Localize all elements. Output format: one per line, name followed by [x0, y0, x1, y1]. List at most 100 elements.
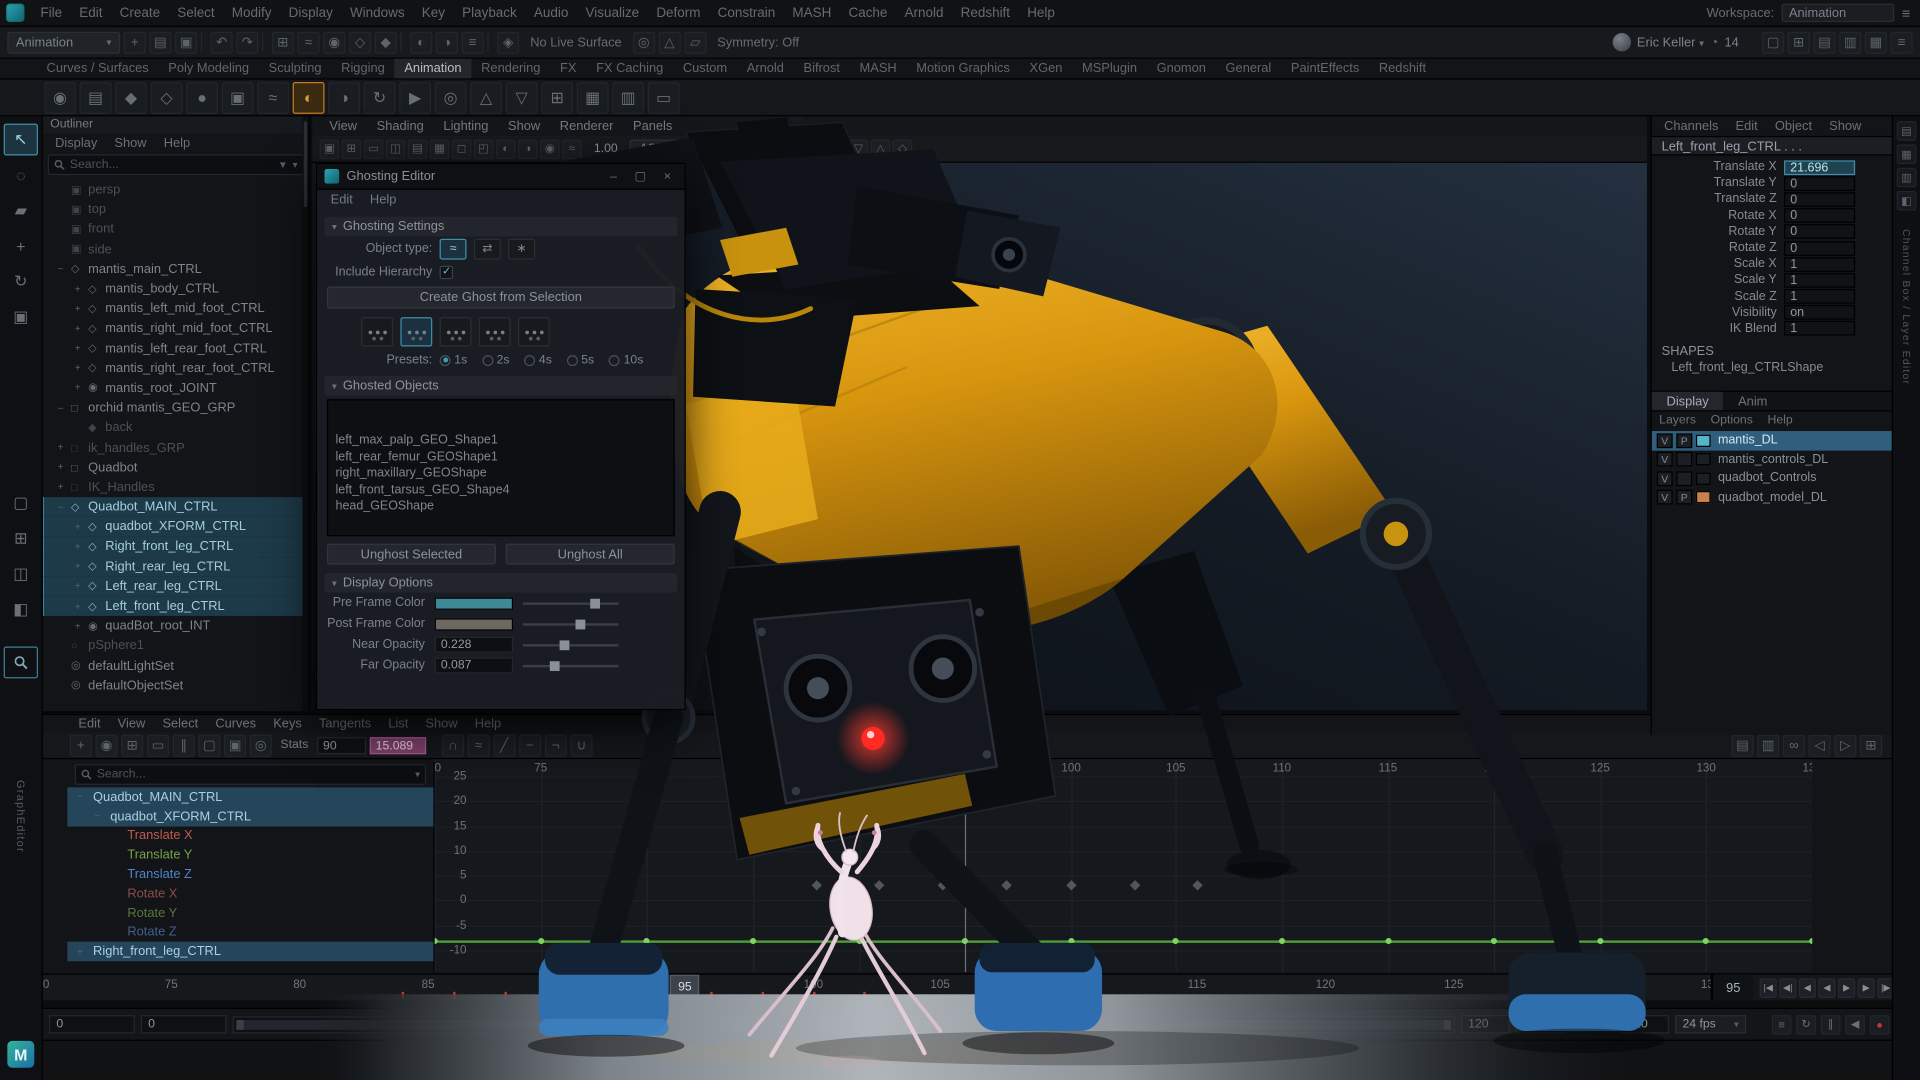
channel-box-menu-item[interactable]: Show — [1822, 119, 1869, 134]
separator[interactable] — [201, 31, 207, 51]
outliner-item[interactable]: ◆ back — [43, 418, 309, 438]
expand-toggle[interactable]: + — [72, 383, 83, 394]
reflection-icon[interactable]: △ — [658, 31, 680, 53]
layer-row[interactable]: V mantis_controls_DL — [1652, 450, 1892, 469]
spline-tangent-icon[interactable]: ≈ — [468, 734, 490, 756]
shelf-tab[interactable]: Custom — [673, 59, 737, 79]
ghost-range-preset-icon[interactable] — [440, 317, 472, 346]
make-live-icon[interactable]: ◆ — [375, 31, 397, 53]
shelf-tab[interactable]: FX — [550, 59, 586, 79]
outliner-item[interactable]: ○ pSphere1 — [43, 636, 309, 656]
menu-item[interactable]: Playback — [454, 0, 526, 26]
channel-label[interactable]: Rotate X — [1652, 209, 1784, 222]
menu-item[interactable]: Windows — [341, 0, 413, 26]
channel-box-menu-item[interactable]: Object — [1768, 119, 1820, 134]
separator[interactable] — [262, 31, 268, 51]
lasso-tool[interactable]: ◌ — [4, 159, 38, 191]
ghosted-object-item[interactable]: head_GEOShape — [328, 498, 673, 515]
outliner-menu-item[interactable]: Help — [156, 135, 197, 150]
separator[interactable] — [487, 31, 493, 51]
menu-item[interactable]: Help — [1019, 0, 1064, 26]
keyframe-dot[interactable] — [538, 938, 544, 944]
constraint-icon[interactable]: ▽ — [506, 81, 538, 113]
shelf-tab[interactable]: FX Caching — [586, 59, 673, 79]
retime-icon[interactable]: ∥ — [173, 734, 195, 756]
layer-editor-menu-item[interactable]: Help — [1760, 413, 1800, 426]
menu-item[interactable]: Visualize — [577, 0, 648, 26]
scale-tool[interactable]: ▣ — [4, 301, 38, 333]
menu-item[interactable]: File — [32, 0, 71, 26]
channel-value-field[interactable]: 0 — [1784, 225, 1855, 240]
layer-visibility-toggle[interactable]: V — [1657, 490, 1673, 505]
filter-icon[interactable]: ▼ — [278, 159, 288, 170]
expand-toggle[interactable]: − — [94, 811, 105, 822]
graph-tree-row[interactable]: Rotate X — [67, 884, 433, 903]
range-start-handle[interactable] — [236, 1019, 243, 1029]
pre-infinity-icon[interactable]: ◁ — [1809, 734, 1831, 756]
ghosted-objects-section[interactable]: Ghosted Objects — [324, 376, 677, 396]
outliner-scrollbar[interactable] — [302, 116, 308, 711]
keyframe-dot[interactable] — [1279, 938, 1285, 944]
outliner-item[interactable]: ▣ side — [43, 239, 309, 259]
menu-item[interactable]: Cache — [840, 0, 896, 26]
xray-icon[interactable]: ▽ — [849, 139, 869, 159]
graph-editor-menu-item[interactable]: Tangents — [310, 716, 379, 731]
redo-icon[interactable]: ↷ — [236, 31, 258, 53]
layer-editor-tab[interactable]: Display — [1652, 392, 1724, 410]
render-settings-icon[interactable]: ≡ — [462, 31, 484, 53]
separator[interactable] — [400, 31, 406, 51]
ghosted-object-item[interactable]: right_maxillary_GEOShape — [328, 465, 673, 482]
res-gate-icon[interactable]: ◫ — [386, 139, 406, 159]
post-frame-color-swatch[interactable] — [435, 618, 513, 630]
shelf-tab[interactable]: Gnomon — [1147, 59, 1216, 79]
ghost-custom-preset-icon[interactable] — [479, 317, 511, 346]
keyframe-dot[interactable] — [435, 938, 438, 944]
go-to-start-button[interactable]: |◀ — [1760, 978, 1777, 998]
shelf-tab[interactable]: General — [1216, 59, 1281, 79]
expand-toggle[interactable]: + — [72, 284, 83, 295]
gate-mask-icon[interactable]: ▤ — [408, 139, 428, 159]
channel-box-menu-item[interactable]: Edit — [1728, 119, 1765, 134]
graph-plot-area[interactable]: 707580859095100105110115120125130135 252… — [435, 759, 1813, 972]
shelf-tab[interactable]: Animation — [395, 59, 472, 79]
menu-item[interactable]: Redshift — [952, 0, 1019, 26]
layer-visibility-toggle[interactable]: V — [1657, 471, 1673, 486]
chevron-down-icon[interactable]: ▾ — [293, 159, 298, 170]
channel-value-field[interactable]: 0 — [1784, 208, 1855, 223]
select-tool[interactable]: ↖ — [4, 124, 38, 156]
keyframe-dot[interactable] — [1597, 938, 1603, 944]
zoom-tool[interactable] — [4, 647, 38, 679]
snap-plane-icon[interactable]: ◇ — [349, 31, 371, 53]
graph-editor-menu-item[interactable]: Select — [154, 716, 207, 731]
shelf-tab[interactable]: Poly Modeling — [159, 59, 259, 79]
keyframe-dot[interactable] — [644, 938, 650, 944]
expand-toggle[interactable]: + — [72, 620, 83, 631]
layer-color-swatch[interactable] — [1696, 434, 1711, 446]
graph-editor-icon[interactable]: ◉ — [44, 81, 76, 113]
near-opacity-slider[interactable] — [523, 639, 619, 651]
menu-item[interactable]: Key — [413, 0, 453, 26]
channel-label[interactable]: Rotate Y — [1652, 225, 1784, 238]
near-opacity-field[interactable]: 0.228 — [435, 637, 513, 653]
expand-toggle[interactable]: + — [72, 343, 83, 354]
colorspace-select[interactable]: ACES 1.0 SDR-video (sRGB)▾ — [630, 140, 814, 158]
outliner-item[interactable]: + ◇ mantis_right_rear_foot_CTRL — [43, 358, 309, 378]
shelf-tab[interactable]: Bifrost — [794, 59, 850, 79]
shelf-tab[interactable]: PaintEffects — [1281, 59, 1369, 79]
modeling-toolkit-tab-icon[interactable]: ◧ — [1897, 191, 1917, 211]
menu-item[interactable]: MASH — [784, 0, 840, 26]
menu-item[interactable]: Edit — [71, 0, 111, 26]
frame-playback-icon[interactable]: ▣ — [224, 734, 246, 756]
layer-row[interactable]: V P quadbot_model_DL — [1652, 488, 1892, 507]
field-chart-icon[interactable]: ▦ — [430, 139, 450, 159]
animation-start-field[interactable]: 0 — [49, 1015, 135, 1033]
pre-frame-color-slider[interactable] — [523, 597, 619, 609]
time-slider[interactable]: 707580859095100105110115120125130135 95 — [43, 975, 1712, 1001]
channel-label[interactable]: Visibility — [1652, 306, 1784, 319]
snap-keys-icon[interactable]: ⊞ — [1860, 734, 1882, 756]
snap-grid-icon[interactable]: ⊞ — [272, 31, 294, 53]
expand-toggle[interactable]: + — [72, 601, 83, 612]
channel-label[interactable]: Scale X — [1652, 257, 1784, 270]
hold-keys-icon[interactable]: ● — [186, 81, 218, 113]
layer-playback-toggle[interactable] — [1676, 471, 1692, 486]
